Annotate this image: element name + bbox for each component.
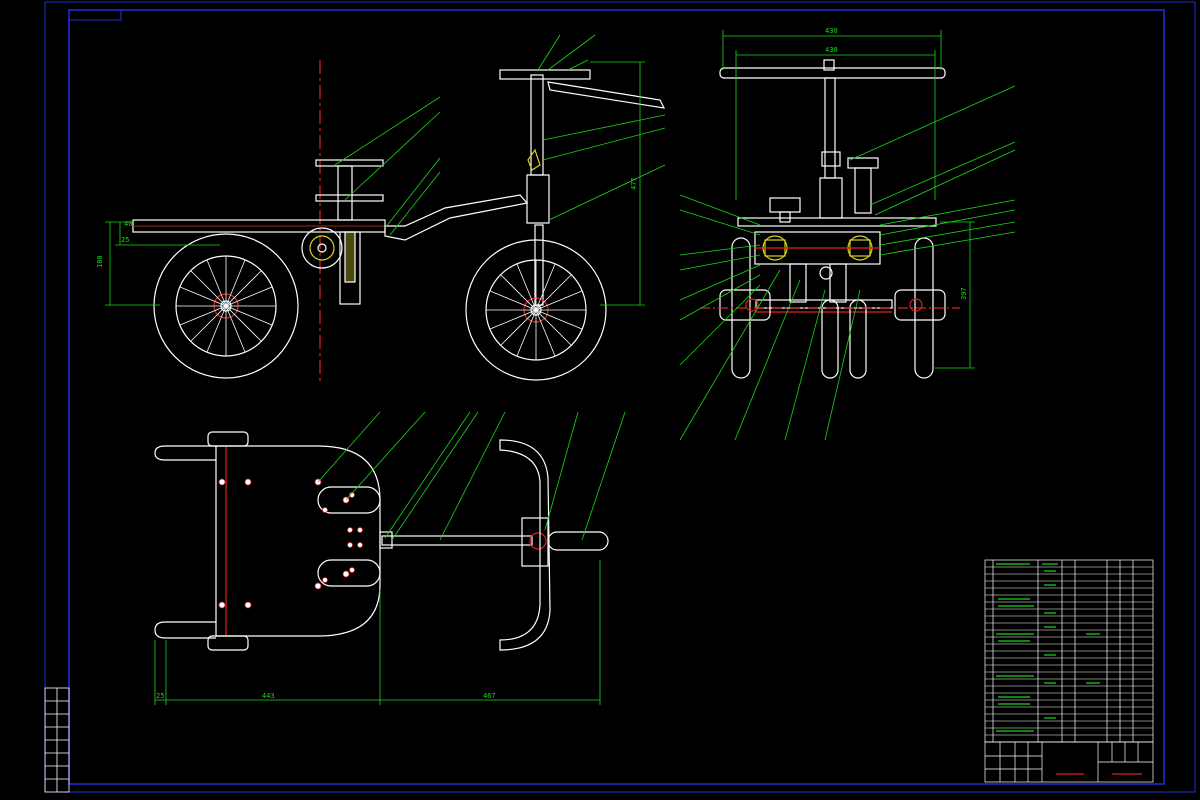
steering-frame-tube bbox=[384, 194, 529, 241]
steering-column bbox=[530, 74, 544, 176]
dim-plan-right: 467 bbox=[483, 692, 496, 700]
seat-plate bbox=[315, 159, 384, 167]
rear-sprocket bbox=[301, 227, 343, 269]
cad-drawing-sheet: 180 40 25 477 430 430 397 25 443 467 bbox=[44, 1, 1196, 793]
dim-front-width: 430 bbox=[825, 27, 838, 35]
front-view-dimensions bbox=[679, 30, 1016, 441]
dim-side-vertical: 180 bbox=[96, 255, 104, 268]
outer-sheet-border bbox=[44, 1, 1196, 793]
front-top-frame bbox=[737, 217, 937, 227]
front-steering-column bbox=[824, 77, 836, 179]
front-lower-frame bbox=[755, 299, 893, 309]
inner-drawing-frame bbox=[68, 9, 1165, 785]
dim-plan-left: 25 bbox=[156, 692, 164, 700]
parts-list-entries bbox=[996, 563, 1100, 732]
plan-view bbox=[154, 431, 609, 651]
dim-side-height: 477 bbox=[630, 177, 638, 190]
binding-strip bbox=[44, 687, 70, 793]
plan-steering-arm bbox=[381, 535, 533, 546]
side-view-dimensions bbox=[105, 34, 666, 306]
plan-front-paddle bbox=[547, 531, 609, 551]
front-view bbox=[700, 59, 960, 379]
plan-bolts bbox=[218, 478, 363, 609]
handlebar-side bbox=[499, 69, 591, 80]
plan-wheel-top bbox=[207, 431, 249, 447]
dim-side-small2: 25 bbox=[121, 236, 129, 244]
rear-wheel bbox=[153, 233, 299, 379]
side-view bbox=[132, 60, 666, 385]
front-wheel bbox=[465, 239, 607, 381]
dim-front-inner-width: 430 bbox=[825, 46, 838, 54]
corner-code-box bbox=[68, 9, 122, 21]
dim-front-height: 397 bbox=[960, 287, 968, 300]
steering-head-tube bbox=[526, 174, 550, 224]
dim-plan-middle: 443 bbox=[262, 692, 275, 700]
dim-side-small: 40 bbox=[124, 220, 132, 228]
plan-platform bbox=[215, 445, 381, 637]
parts-list-table bbox=[984, 559, 1154, 743]
title-block bbox=[984, 741, 1154, 783]
